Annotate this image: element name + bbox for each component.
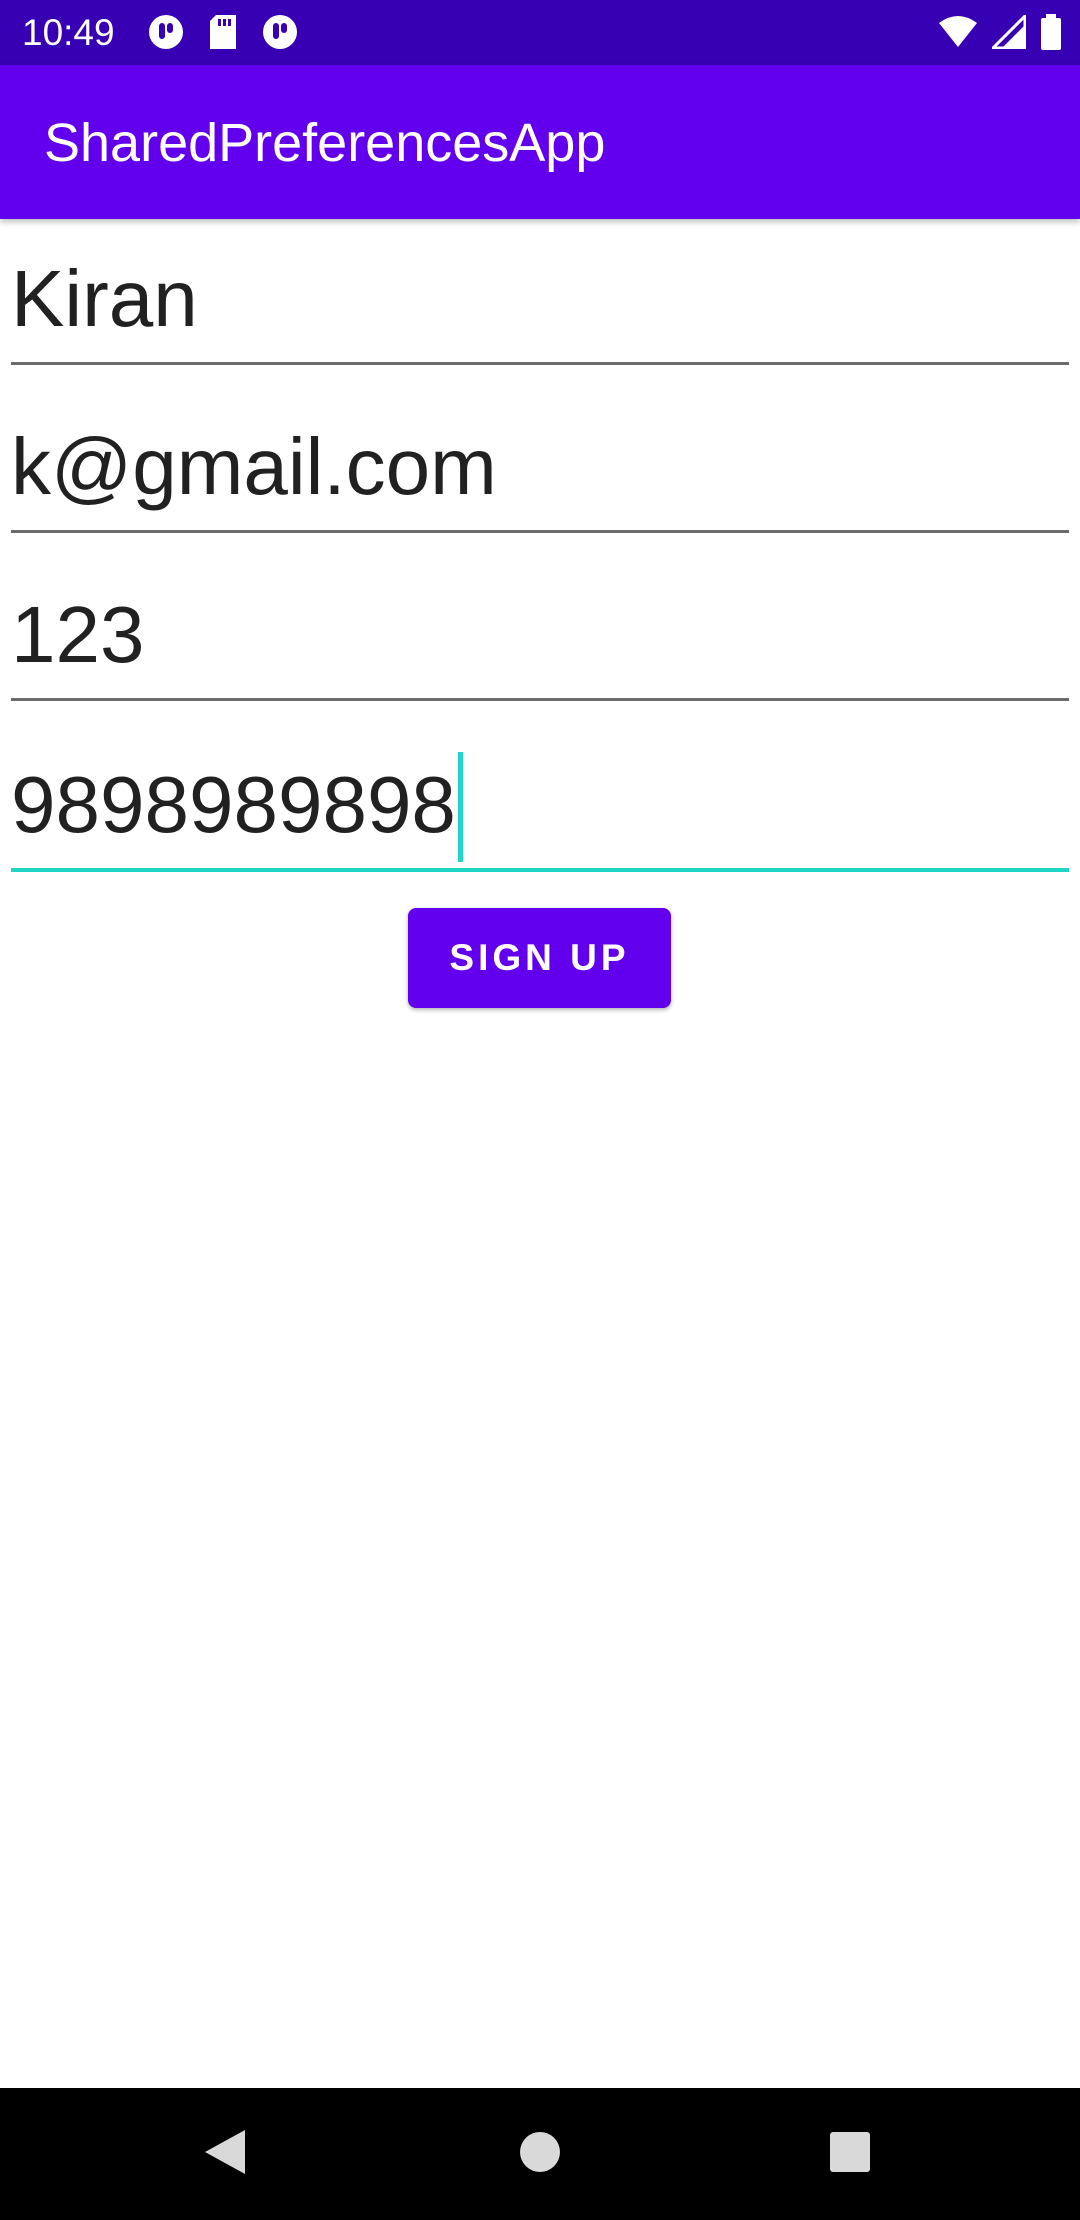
- app-title: SharedPreferencesApp: [44, 113, 606, 173]
- email-field-value: k@gmail.com: [11, 422, 497, 511]
- status-notification-icons: [148, 14, 298, 55]
- battery-icon: [1040, 14, 1062, 55]
- app-toolbar: SharedPreferencesApp: [0, 65, 1080, 219]
- email-field[interactable]: k@gmail.com: [11, 413, 1069, 533]
- cellular-signal-icon: [989, 12, 1027, 54]
- text-cursor: [457, 752, 463, 862]
- status-system-icons: [938, 12, 1062, 55]
- name-field-value: Kiran: [11, 254, 198, 343]
- password-field[interactable]: 123: [11, 581, 1069, 701]
- wifi-icon: [938, 15, 978, 54]
- recents-button[interactable]: [805, 2088, 895, 2220]
- status-bar: 10:49: [0, 0, 1080, 65]
- recents-icon: [829, 2131, 871, 2178]
- phone-field[interactable]: 9898989898: [11, 752, 1069, 872]
- phone-field-value-wrap: 9898989898: [11, 740, 463, 862]
- home-button[interactable]: [495, 2088, 585, 2220]
- notification-icon: [148, 14, 184, 55]
- phone-field-value: 9898989898: [11, 760, 456, 849]
- signup-button[interactable]: SIGN UP: [408, 908, 671, 1008]
- status-time: 10:49: [22, 12, 115, 53]
- password-field-value: 123: [11, 590, 145, 679]
- home-icon: [519, 2131, 561, 2178]
- navigation-bar: [0, 2088, 1080, 2220]
- name-field[interactable]: Kiran: [11, 245, 1069, 365]
- back-icon: [203, 2128, 247, 2181]
- back-button[interactable]: [180, 2088, 270, 2220]
- sd-card-icon: [208, 15, 238, 54]
- notification-icon: [262, 14, 298, 55]
